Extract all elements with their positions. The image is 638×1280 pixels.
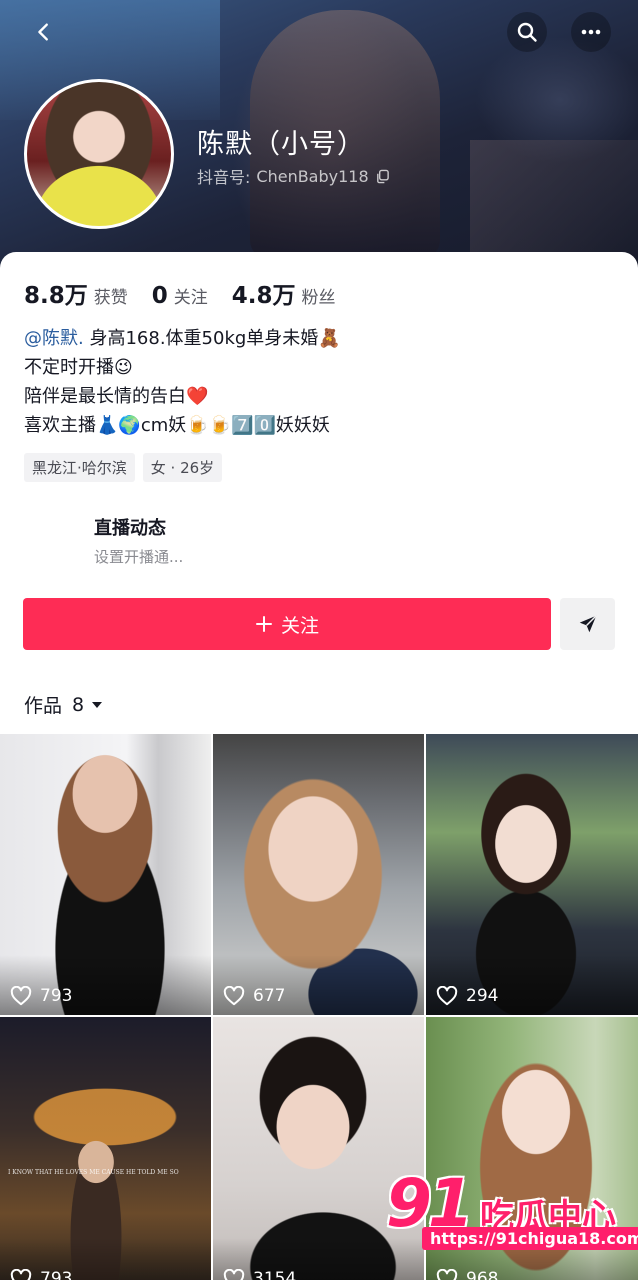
video-likes: 677 (223, 986, 285, 1006)
video-likes: 793 (10, 1269, 72, 1280)
send-icon (579, 615, 597, 633)
location-tag: 黑龙江·哈尔滨 (24, 453, 135, 482)
stat-following[interactable]: 0 关注 (152, 283, 208, 309)
bio-line-3: 陪伴是最长情的告白❤️ (24, 386, 209, 407)
bio-line-4: 喜欢主播👗🌍cm妖🍺🍺7️⃣0️⃣妖妖妖 (24, 415, 330, 436)
like-count: 3154 (253, 1269, 297, 1280)
live-status-title[interactable]: 直播动态 (94, 514, 166, 540)
like-count: 677 (253, 986, 286, 1006)
stat-label: 粉丝 (301, 288, 336, 308)
stat-likes[interactable]: 8.8万 获赞 (24, 276, 128, 310)
like-count: 968 (466, 1269, 499, 1280)
works-tab-label: 作品 (24, 695, 63, 717)
tile-shade (426, 955, 638, 1015)
stat-followers[interactable]: 4.8万 粉丝 (232, 276, 336, 310)
works-count: 8 (72, 693, 85, 716)
stat-label: 获赞 (93, 288, 128, 308)
video-likes: 294 (436, 986, 498, 1006)
video-tile[interactable]: 294 (426, 734, 638, 1015)
caret-down-icon (92, 701, 103, 708)
site-watermark: 91 吃瓜中心 https://91chigua18.com (380, 1165, 638, 1260)
like-count: 793 (40, 986, 73, 1006)
banner-chair (470, 140, 638, 260)
copy-icon[interactable] (375, 169, 390, 184)
heart-outline-icon (223, 1269, 245, 1280)
video-tile[interactable]: 793 (0, 734, 211, 1015)
watermark-url: https://91chigua18.com (422, 1227, 638, 1250)
like-count: 793 (40, 1269, 73, 1280)
plus-icon (255, 616, 272, 632)
heart-outline-icon (10, 1269, 32, 1280)
video-likes: 793 (10, 986, 72, 1006)
back-button[interactable] (24, 12, 64, 52)
profile-bio: @陈默. 身高168.体重50kg单身未婚🧸 不定时开播😉 陪伴是最长情的告白❤… (24, 324, 624, 440)
profile-stats: 8.8万 获赞 0 关注 4.8万 粉丝 (24, 276, 360, 310)
stat-value: 4.8万 (231, 283, 296, 309)
video-likes: 968 (436, 1269, 498, 1280)
video-tile[interactable]: 677 (213, 734, 424, 1015)
video-likes: 3154 (223, 1269, 296, 1280)
douyin-id[interactable]: 抖音号: ChenBaby118 (197, 164, 390, 188)
douyin-id-label: 抖音号: (197, 168, 251, 187)
stat-label: 关注 (173, 288, 208, 308)
stat-value: 8.8万 (24, 283, 88, 309)
chevron-left-icon (38, 23, 48, 41)
follow-button[interactable]: 关注 (23, 598, 551, 650)
live-status-subtitle[interactable]: 设置开播通... (94, 546, 183, 567)
profile-banner: 陈默（小号） 抖音号: ChenBaby118 (0, 0, 638, 275)
search-button[interactable] (507, 12, 547, 52)
douyin-id-value: ChenBaby118 (256, 166, 369, 186)
profile-name: 陈默（小号） (197, 129, 365, 160)
video-overlay-text: I KNOW THAT HE LOVES ME CAUSE HE TOLD ME… (8, 1169, 179, 1176)
bio-line-2: 不定时开播😉 (24, 357, 133, 378)
gender-age-tag: 女 · 26岁 (142, 453, 223, 482)
search-icon (517, 22, 537, 42)
bio-mention[interactable]: @陈默. (24, 328, 84, 349)
tile-shade (213, 955, 424, 1015)
heart-outline-icon (10, 986, 32, 1006)
stat-value: 0 (151, 283, 168, 309)
bio-text: 身高168.体重50kg单身未婚🧸 (89, 328, 341, 349)
more-button[interactable] (571, 12, 611, 52)
heart-outline-icon (436, 1269, 458, 1280)
send-message-button[interactable] (560, 598, 615, 650)
heart-outline-icon (223, 986, 245, 1006)
heart-outline-icon (436, 986, 458, 1006)
video-tile[interactable]: I KNOW THAT HE LOVES ME CAUSE HE TOLD ME… (0, 1017, 211, 1280)
follow-label: 关注 (280, 614, 319, 637)
profile-tags: 黑龙江·哈尔滨 女 · 26岁 (24, 453, 223, 482)
more-horizontal-icon (581, 29, 601, 35)
tile-shade (0, 955, 211, 1015)
avatar[interactable] (24, 79, 174, 229)
bio-line-1: @陈默. 身高168.体重50kg单身未婚🧸 (24, 324, 624, 353)
tab-works[interactable]: 作品 8 (24, 691, 104, 718)
like-count: 294 (466, 986, 499, 1006)
